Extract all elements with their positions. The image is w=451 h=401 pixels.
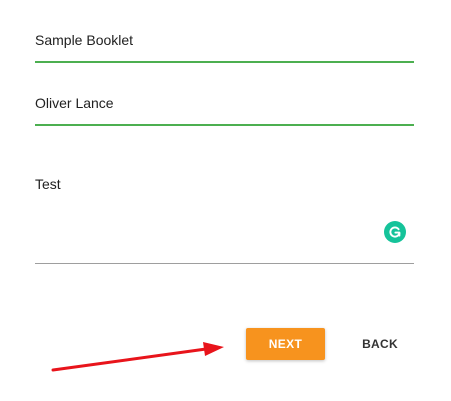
description-field[interactable]: Test bbox=[35, 150, 414, 270]
grammarly-icon[interactable] bbox=[384, 221, 406, 243]
description-textarea-value[interactable]: Test bbox=[35, 176, 61, 192]
title-field[interactable]: Sample Booklet bbox=[35, 0, 414, 70]
author-field[interactable]: Oliver Lance bbox=[35, 70, 414, 130]
next-button[interactable]: NEXT bbox=[246, 328, 325, 360]
back-button[interactable]: BACK bbox=[352, 328, 408, 360]
description-field-underline bbox=[35, 263, 414, 264]
title-input-value[interactable]: Sample Booklet bbox=[35, 32, 133, 48]
author-input-value[interactable]: Oliver Lance bbox=[35, 95, 114, 111]
grammarly-glyph bbox=[389, 226, 401, 238]
author-field-underline bbox=[35, 124, 414, 126]
title-field-underline bbox=[35, 61, 414, 63]
